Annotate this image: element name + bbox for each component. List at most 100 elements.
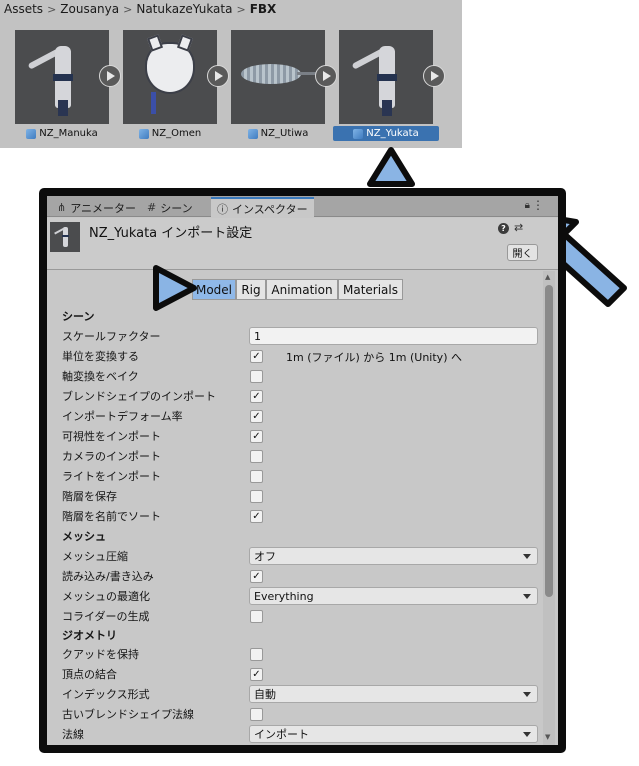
asset-label: NZ_Manuka — [9, 126, 115, 141]
sort-hierarchy-checkbox[interactable]: ✓ — [250, 510, 263, 523]
row-index-format: インデックス形式 自動 — [62, 684, 538, 704]
read-write-checkbox[interactable]: ✓ — [250, 570, 263, 583]
dropdown-caret-icon — [523, 594, 531, 599]
animator-icon: ⋔ — [57, 201, 67, 214]
tab-animation[interactable]: Animation — [266, 279, 338, 300]
asset-nz-utiwa[interactable]: NZ_Utiwa — [231, 30, 337, 139]
bake-axis-checkbox[interactable] — [250, 370, 263, 383]
legacy-blendshape-normals-checkbox[interactable] — [250, 708, 263, 721]
row-import-visibility: 可視性をインポート ✓ — [62, 426, 537, 446]
breadcrumb: Assets > Zousanya > NatukazeYukata > FBX — [4, 0, 276, 18]
row-sort-hierarchy: 階層を名前でソート ✓ — [62, 506, 537, 526]
dropdown-caret-icon — [523, 554, 531, 559]
row-scale-factor: スケールファクター 1 — [62, 326, 538, 346]
breadcrumb-assets[interactable]: Assets — [4, 2, 43, 16]
model-icon — [26, 128, 37, 139]
inspector-title: NZ_Yukata インポート設定 — [89, 226, 253, 241]
row-generate-colliders: コライダーの生成 — [62, 606, 537, 626]
callout-up-arrow-icon — [367, 147, 415, 187]
row-mesh-compression: メッシュ圧縮 オフ — [62, 546, 538, 566]
tab-inspector[interactable]: ⓘ インスペクター — [211, 197, 314, 218]
import-lights-checkbox[interactable] — [250, 470, 263, 483]
open-button[interactable]: 開く — [507, 244, 538, 261]
asset-thumbnail — [339, 30, 433, 124]
optimize-mesh-dropdown[interactable]: Everything — [249, 587, 538, 605]
help-icon[interactable]: ? — [498, 223, 509, 234]
asset-nz-manuka[interactable]: NZ_Manuka — [15, 30, 121, 139]
tab-animator[interactable]: ⋔ アニメーター — [51, 198, 142, 217]
tab-materials[interactable]: Materials — [338, 279, 403, 300]
row-import-deform-percent: インポートデフォーム率 ✓ — [62, 406, 537, 426]
keep-quads-checkbox[interactable] — [250, 648, 263, 661]
asset-label-selected: NZ_Yukata — [333, 126, 439, 141]
breadcrumb-fbx[interactable]: FBX — [250, 2, 277, 16]
scroll-down-icon[interactable]: ▼ — [545, 733, 550, 741]
scroll-thumb[interactable] — [545, 285, 553, 597]
chevron-right-icon: > — [47, 2, 57, 16]
chevron-right-icon: > — [123, 2, 133, 16]
row-convert-units: 単位を変換する ✓ 1m (ファイル) から 1m (Unity) へ — [62, 350, 462, 364]
section-mesh: メッシュ — [62, 530, 106, 543]
preserve-hierarchy-checkbox[interactable] — [250, 490, 263, 503]
chevron-right-icon: > — [236, 2, 246, 16]
index-format-dropdown[interactable]: 自動 — [249, 685, 538, 703]
asset-nz-yukata[interactable]: NZ_Yukata — [333, 30, 445, 141]
row-normals: 法線 インポート — [62, 724, 538, 744]
tab-bar: ⋔ アニメーター # シーン ⓘ インスペクター 🔒︎ ⋮ — [47, 196, 558, 218]
import-blendshapes-checkbox[interactable]: ✓ — [250, 390, 263, 403]
asset-preview-thumbnail — [50, 222, 80, 252]
normals-dropdown[interactable]: インポート — [249, 725, 538, 743]
info-icon: ⓘ — [217, 202, 228, 216]
convert-units-checkbox[interactable]: ✓ — [250, 350, 263, 363]
model-icon — [138, 128, 149, 139]
section-geometry: ジオメトリ — [62, 629, 117, 642]
row-keep-quads: クアッドを保持 — [62, 644, 537, 664]
breadcrumb-natukazeyukata[interactable]: NatukazeYukata — [136, 2, 232, 16]
row-read-write: 読み込み/書き込み ✓ — [62, 566, 537, 586]
asset-thumbnail — [123, 30, 217, 124]
asset-label: NZ_Omen — [117, 126, 223, 141]
expand-arrow-icon[interactable] — [423, 65, 445, 87]
scrollbar[interactable]: ▲ ▼ — [543, 271, 555, 745]
row-import-cameras: カメラのインポート — [62, 446, 537, 466]
model-icon — [247, 128, 258, 139]
row-optimize-mesh: メッシュの最適化 Everything — [62, 586, 538, 606]
dropdown-caret-icon — [523, 692, 531, 697]
row-import-blendshapes: ブレンドシェイプのインポート ✓ — [62, 386, 537, 406]
expand-arrow-icon[interactable] — [207, 65, 229, 87]
scroll-up-icon[interactable]: ▲ — [545, 273, 550, 281]
lock-icon[interactable]: 🔒︎ — [525, 200, 530, 211]
weld-vertices-checkbox[interactable]: ✓ — [250, 668, 263, 681]
import-deform-percent-checkbox[interactable]: ✓ — [250, 410, 263, 423]
asset-nz-omen[interactable]: NZ_Omen — [123, 30, 229, 139]
row-preserve-hierarchy: 階層を保存 — [62, 486, 537, 506]
import-cameras-checkbox[interactable] — [250, 450, 263, 463]
asset-thumbnail — [231, 30, 325, 124]
row-weld-vertices: 頂点の結合 ✓ — [62, 664, 537, 684]
row-legacy-blendshape-normals: 古いブレンドシェイプ法線 — [62, 704, 537, 724]
project-browser: Assets > Zousanya > NatukazeYukata > FBX… — [0, 0, 462, 148]
row-import-lights: ライトをインポート — [62, 466, 537, 486]
asset-thumbnail — [15, 30, 109, 124]
mesh-compression-dropdown[interactable]: オフ — [249, 547, 538, 565]
asset-label: NZ_Utiwa — [225, 126, 331, 141]
import-settings-toolbar: Model Rig Animation Materials — [47, 271, 542, 301]
callout-right-arrow-icon — [153, 265, 197, 311]
row-bake-axis: 軸変換をベイク — [62, 366, 537, 386]
breadcrumb-zousanya[interactable]: Zousanya — [60, 2, 119, 16]
tab-scene[interactable]: # シーン — [141, 198, 199, 217]
expand-arrow-icon[interactable] — [99, 65, 121, 87]
scene-grid-icon: # — [147, 201, 157, 214]
unit-conversion-note: 1m (ファイル) から 1m (Unity) へ — [286, 351, 462, 364]
tab-rig[interactable]: Rig — [236, 279, 266, 300]
scale-factor-input[interactable]: 1 — [249, 327, 538, 345]
dropdown-caret-icon — [523, 732, 531, 737]
section-scene: シーン — [62, 310, 95, 323]
inspector-window: ⋔ アニメーター # シーン ⓘ インスペクター 🔒︎ ⋮ NZ_Yukata … — [47, 196, 558, 745]
import-visibility-checkbox[interactable]: ✓ — [250, 430, 263, 443]
more-menu-icon[interactable]: ⋮ — [532, 198, 544, 212]
preset-settings-icon[interactable]: ⇄ — [514, 221, 523, 234]
generate-colliders-checkbox[interactable] — [250, 610, 263, 623]
model-icon — [353, 128, 364, 139]
expand-arrow-icon[interactable] — [315, 65, 337, 87]
